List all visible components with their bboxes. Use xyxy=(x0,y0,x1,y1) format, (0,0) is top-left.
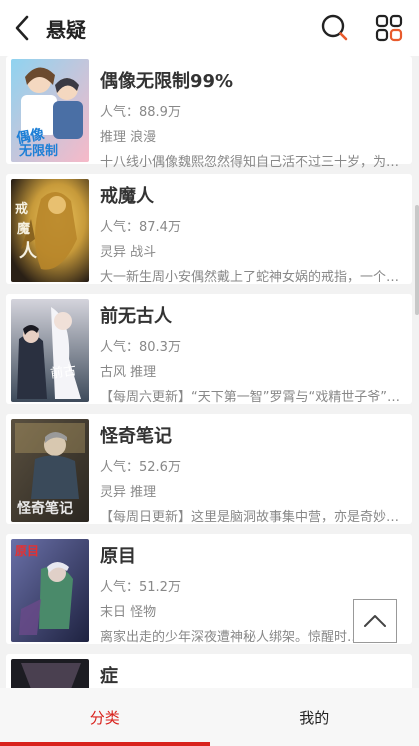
scroll-to-top-button[interactable] xyxy=(353,599,397,643)
book-title: 原目 xyxy=(100,546,136,567)
back-button[interactable] xyxy=(0,0,44,56)
book-cover xyxy=(11,659,89,688)
book-popularity: 人气：51.2万 xyxy=(100,580,181,595)
book-card[interactable]: 戒 魔 人 戒魔人 人气：87.4万 灵异 战斗 大一新生周小安偶然戴上了蛇神女… xyxy=(6,174,412,285)
book-description: 【每周日更新】这里是脑洞故事集中营，亦是奇妙… xyxy=(100,510,400,525)
book-title: 症 xyxy=(100,666,118,687)
book-card[interactable]: 前古 前无古人 人气：80.3万 古风 推理 【每周六更新】“天下第一智”罗霄与… xyxy=(6,294,412,405)
book-description: 大一新生周小安偶然戴上了蛇神女娲的戒指，一个… xyxy=(100,270,400,285)
book-card[interactable]: 偶像 无限制 偶像无限制99% 人气：88.9万 推理 浪漫 十八线小偶像魏熙忽… xyxy=(6,56,412,170)
chevron-up-icon xyxy=(364,615,386,627)
book-card[interactable]: 症 xyxy=(6,654,412,688)
grid-menu-icon xyxy=(375,14,403,42)
book-card[interactable]: 怪奇笔记 怪奇笔记 人气：52.6万 灵异 推理 【每周日更新】这里是脑洞故事集… xyxy=(6,414,412,525)
svg-text:怪奇笔记: 怪奇笔记 xyxy=(17,500,73,517)
book-cover: 戒 魔 人 xyxy=(11,179,89,282)
tab-category[interactable]: 分类 xyxy=(0,688,210,746)
book-title: 怪奇笔记 xyxy=(100,426,172,447)
book-tags: 灵异 战斗 xyxy=(100,245,157,260)
book-popularity: 人气：87.4万 xyxy=(100,220,181,235)
book-tags: 推理 浪漫 xyxy=(100,130,157,145)
bottom-tab-bar: 分类 我的 xyxy=(0,688,419,746)
svg-text:戒: 戒 xyxy=(15,201,28,217)
book-cover: 怪奇笔记 xyxy=(11,419,89,522)
book-description: 十八线小偶像魏熙忽然得知自己活不过三十岁，为… xyxy=(100,155,400,170)
book-popularity: 人气：52.6万 xyxy=(100,460,181,475)
book-popularity: 人气：80.3万 xyxy=(100,340,181,355)
book-description: 【每周六更新】“天下第一智”罗霄与“戏精世子爷”严… xyxy=(100,390,404,405)
page-title: 悬疑 xyxy=(46,17,86,42)
search-button[interactable] xyxy=(319,12,351,44)
book-tags: 古风 推理 xyxy=(100,365,157,380)
book-title: 前无古人 xyxy=(100,306,172,327)
book-cover: 偶像 无限制 xyxy=(11,59,89,162)
svg-text:人: 人 xyxy=(19,241,38,262)
chevron-left-icon xyxy=(15,15,29,41)
book-title: 偶像无限制99% xyxy=(100,71,234,92)
svg-text:无限制: 无限制 xyxy=(18,143,58,159)
tab-mine[interactable]: 我的 xyxy=(210,688,419,746)
menu-button[interactable] xyxy=(373,12,405,44)
top-bar: 悬疑 xyxy=(0,0,419,56)
book-card[interactable]: 原目 原目 人气：51.2万 末日 怪物 离家出走的少年深夜遭神秘人绑架。惊醒时… xyxy=(6,534,412,645)
book-cover: 前古 xyxy=(11,299,89,402)
search-icon xyxy=(321,14,348,41)
svg-text:原目: 原目 xyxy=(15,544,39,558)
book-list[interactable]: 偶像 无限制 偶像无限制99% 人气：88.9万 推理 浪漫 十八线小偶像魏熙忽… xyxy=(0,56,419,688)
tab-label: 我的 xyxy=(299,708,330,727)
book-popularity: 人气：88.9万 xyxy=(100,105,181,120)
book-title: 戒魔人 xyxy=(100,186,154,207)
tab-label: 分类 xyxy=(89,708,120,727)
svg-text:魔: 魔 xyxy=(17,221,30,237)
active-tab-indicator xyxy=(0,742,210,746)
book-tags: 灵异 推理 xyxy=(100,485,157,500)
book-cover: 原目 xyxy=(11,539,89,642)
scrollbar[interactable] xyxy=(415,205,419,315)
